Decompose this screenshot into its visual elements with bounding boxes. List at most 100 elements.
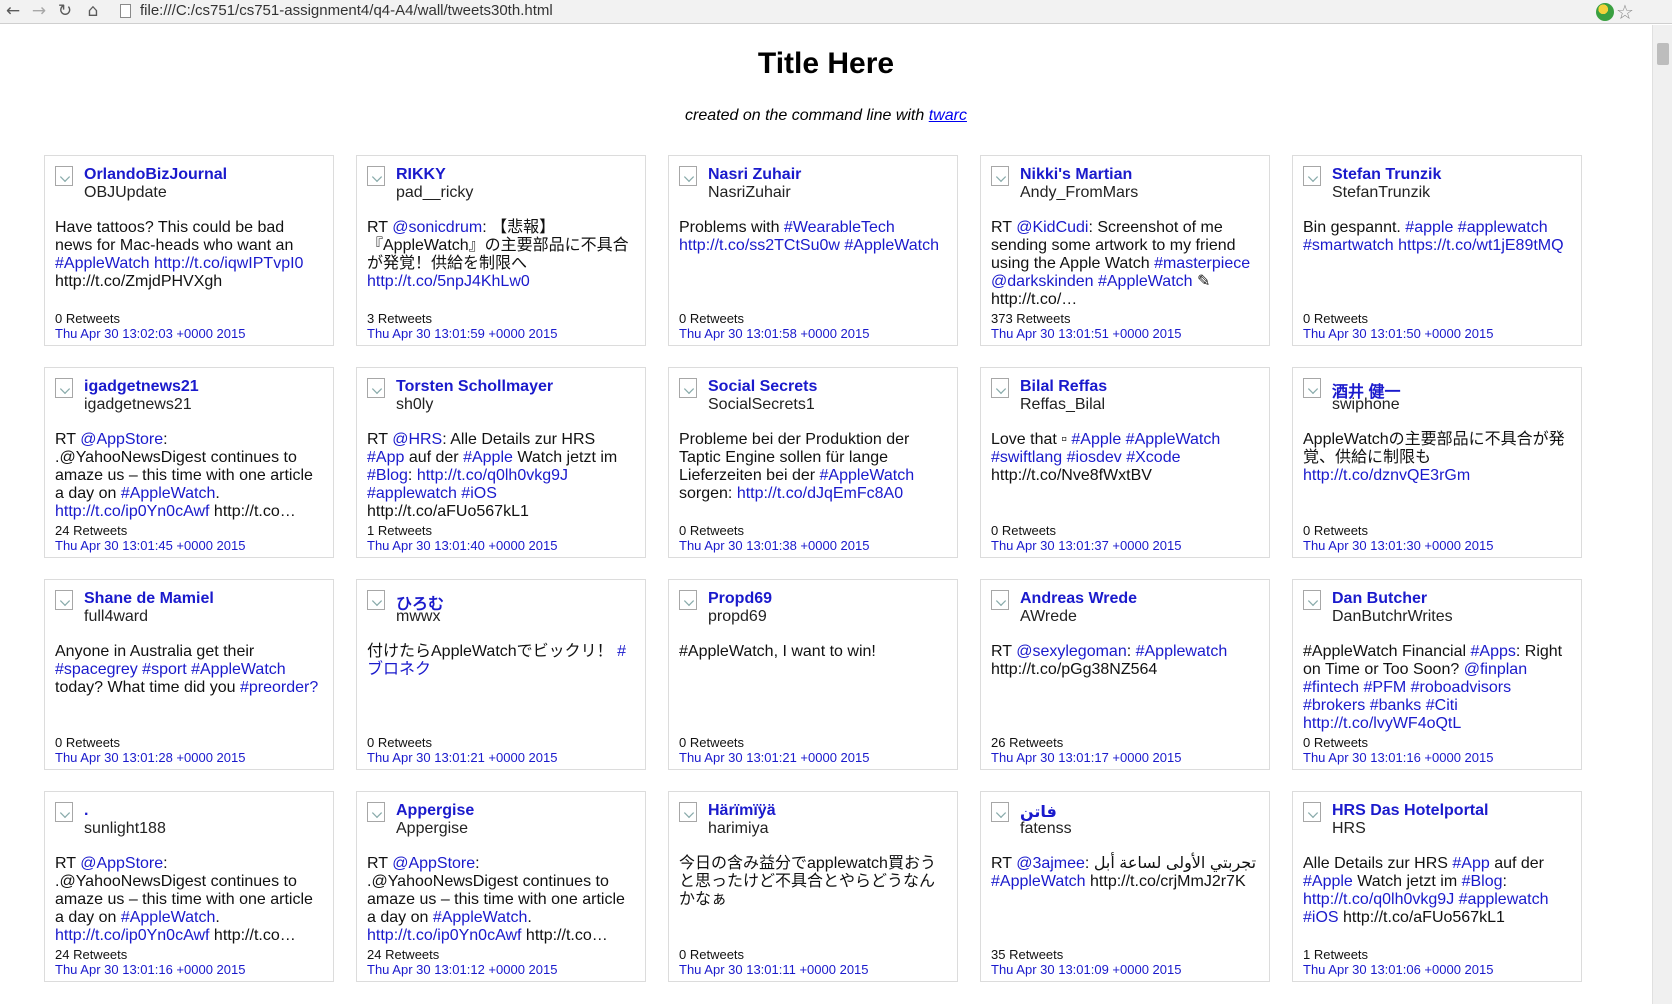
tweet-date-link[interactable]: Thu Apr 30 13:01:37 +0000 2015: [991, 538, 1181, 553]
tweet-author-name[interactable]: Torsten Schollmayer: [396, 378, 553, 396]
tweet-link[interactable]: #AppleWatch: [433, 909, 528, 926]
tweet-date-link[interactable]: Thu Apr 30 13:01:38 +0000 2015: [679, 538, 869, 553]
tweet-link[interactable]: http://t.co/ip0Yn0cAwf: [55, 927, 209, 944]
tweet-author-name[interactable]: Social Secrets: [708, 378, 817, 396]
tweet-date-link[interactable]: Thu Apr 30 13:01:17 +0000 2015: [991, 750, 1181, 765]
tweet-link[interactable]: #applewatch: [367, 485, 457, 502]
tweet-link[interactable]: @AppStore: [80, 431, 163, 448]
tweet-link[interactable]: @sexylegoman: [1016, 643, 1127, 660]
tweet-link[interactable]: #AppleWatch: [191, 661, 286, 678]
tweet-link[interactable]: #Apps: [1471, 643, 1516, 660]
tweet-link[interactable]: @HRS: [392, 431, 442, 448]
avatar[interactable]: [991, 378, 1009, 398]
twarc-link[interactable]: twarc: [929, 107, 967, 124]
tweet-author-name[interactable]: Appergise: [396, 802, 474, 820]
tweet-link[interactable]: #iOS: [1303, 909, 1339, 926]
tweet-link[interactable]: #Apple: [463, 449, 513, 466]
tweet-link[interactable]: #roboadvisors: [1411, 679, 1512, 696]
tweet-author-name[interactable]: HRS Das Hotelportal: [1332, 802, 1488, 820]
avatar[interactable]: [1303, 166, 1321, 186]
tweet-link[interactable]: #applewatch: [1459, 891, 1549, 908]
tweet-date-link[interactable]: Thu Apr 30 13:01:16 +0000 2015: [1303, 750, 1493, 765]
tweet-link[interactable]: #Blog: [1462, 873, 1503, 890]
avatar[interactable]: [679, 378, 697, 398]
tweet-link[interactable]: #brokers: [1303, 697, 1365, 714]
avatar[interactable]: [367, 166, 385, 186]
tweet-link[interactable]: @KidCudi: [1016, 219, 1088, 236]
avatar[interactable]: [55, 590, 73, 610]
tweet-link[interactable]: #banks: [1370, 697, 1422, 714]
tweet-link[interactable]: #Apple: [1303, 873, 1353, 890]
tweet-link[interactable]: #Blog: [367, 467, 408, 484]
tweet-date-link[interactable]: Thu Apr 30 13:01:16 +0000 2015: [55, 962, 245, 977]
tweet-link[interactable]: http://t.co/dznvQE3rGm: [1303, 467, 1470, 484]
tweet-link[interactable]: #AppleWatch: [1126, 431, 1221, 448]
avatar[interactable]: [1303, 590, 1321, 610]
tweet-link[interactable]: #sport: [142, 661, 186, 678]
avatar[interactable]: [679, 166, 697, 186]
avatar[interactable]: [1303, 802, 1321, 822]
tweet-author-name[interactable]: فاتن: [1020, 802, 1057, 822]
avatar[interactable]: [1303, 378, 1321, 398]
tweet-link[interactable]: #WearableTech: [784, 219, 895, 236]
tweet-author-name[interactable]: igadgetnews21: [84, 378, 199, 396]
tweet-author-name[interactable]: Shane de Mamiel: [84, 590, 214, 608]
tweet-link[interactable]: http://t.co/ss2TCtSu0w: [679, 237, 840, 254]
tweet-link[interactable]: #spacegrey: [55, 661, 138, 678]
tweet-link[interactable]: http://t.co/q0lh0vkg9J: [417, 467, 568, 484]
tweet-link[interactable]: #applewatch: [1458, 219, 1548, 236]
tweet-link[interactable]: #masterpiece: [1154, 255, 1250, 272]
tweet-link[interactable]: https://t.co/wt1jE89tMQ: [1398, 237, 1563, 254]
tweet-link[interactable]: #iOS: [461, 485, 497, 502]
tweet-link[interactable]: #preorder?: [240, 679, 318, 696]
tweet-date-link[interactable]: Thu Apr 30 13:01:12 +0000 2015: [367, 962, 557, 977]
tweet-link[interactable]: #fintech: [1303, 679, 1359, 696]
tweet-link[interactable]: #Apple: [1071, 431, 1121, 448]
tweet-date-link[interactable]: Thu Apr 30 13:01:40 +0000 2015: [367, 538, 557, 553]
tweet-link[interactable]: #AppleWatch: [820, 467, 915, 484]
avatar[interactable]: [367, 590, 385, 610]
tweet-author-name[interactable]: RIKKY: [396, 166, 446, 184]
tweet-date-link[interactable]: Thu Apr 30 13:01:30 +0000 2015: [1303, 538, 1493, 553]
tweet-link[interactable]: #Citi: [1426, 697, 1458, 714]
tweet-date-link[interactable]: Thu Apr 30 13:01:21 +0000 2015: [679, 750, 869, 765]
tweet-date-link[interactable]: Thu Apr 30 13:01:51 +0000 2015: [991, 326, 1181, 341]
tweet-link[interactable]: #ブロネク: [367, 643, 626, 678]
address-bar[interactable]: file:///C:/cs751/cs751-assignment4/q4-A4…: [140, 2, 553, 19]
tweet-link[interactable]: http://t.co/ip0Yn0cAwf: [367, 927, 521, 944]
avatar[interactable]: [679, 802, 697, 822]
extension-icon[interactable]: [1596, 3, 1614, 21]
tweet-date-link[interactable]: Thu Apr 30 13:01:59 +0000 2015: [367, 326, 557, 341]
tweet-link[interactable]: #App: [367, 449, 404, 466]
tweet-link[interactable]: #iosdev: [1067, 449, 1122, 466]
tweet-author-name[interactable]: Härïmïÿä: [708, 802, 776, 820]
avatar[interactable]: [367, 802, 385, 822]
tweet-link[interactable]: @finplan: [1464, 661, 1527, 678]
tweet-author-name[interactable]: Nikki's Martian: [1020, 166, 1132, 184]
tweet-link[interactable]: http://t.co/lvyWF4oQtL: [1303, 715, 1461, 732]
avatar[interactable]: [991, 590, 1009, 610]
avatar[interactable]: [55, 166, 73, 186]
tweet-link[interactable]: @AppStore: [392, 855, 475, 872]
tweet-link[interactable]: http://t.co/iqwIPTvpI0: [154, 255, 303, 272]
tweet-link[interactable]: #PFM: [1364, 679, 1407, 696]
tweet-link[interactable]: http://t.co/q0lh0vkg9J: [1303, 891, 1454, 908]
vertical-scrollbar[interactable]: [1652, 25, 1672, 1004]
tweet-link[interactable]: #AppleWatch: [1098, 273, 1193, 290]
tweet-link[interactable]: @3ajmee: [1016, 855, 1085, 872]
tweet-link[interactable]: @AppStore: [80, 855, 163, 872]
tweet-author-name[interactable]: Propd69: [708, 590, 772, 608]
tweet-link[interactable]: #swiftlang: [991, 449, 1062, 466]
tweet-link[interactable]: #AppleWatch: [55, 255, 150, 272]
tweet-link[interactable]: #apple: [1405, 219, 1453, 236]
avatar[interactable]: [55, 802, 73, 822]
tweet-link[interactable]: #AppleWatch: [844, 237, 939, 254]
tweet-date-link[interactable]: Thu Apr 30 13:01:06 +0000 2015: [1303, 962, 1493, 977]
avatar[interactable]: [55, 378, 73, 398]
tweet-date-link[interactable]: Thu Apr 30 13:02:03 +0000 2015: [55, 326, 245, 341]
tweet-link[interactable]: #AppleWatch: [991, 873, 1086, 890]
tweet-link[interactable]: @sonicdrum: [392, 219, 482, 236]
tweet-author-name[interactable]: OrlandoBizJournal: [84, 166, 227, 184]
back-icon[interactable]: ←: [2, 1, 24, 21]
tweet-link[interactable]: #AppleWatch: [121, 909, 216, 926]
